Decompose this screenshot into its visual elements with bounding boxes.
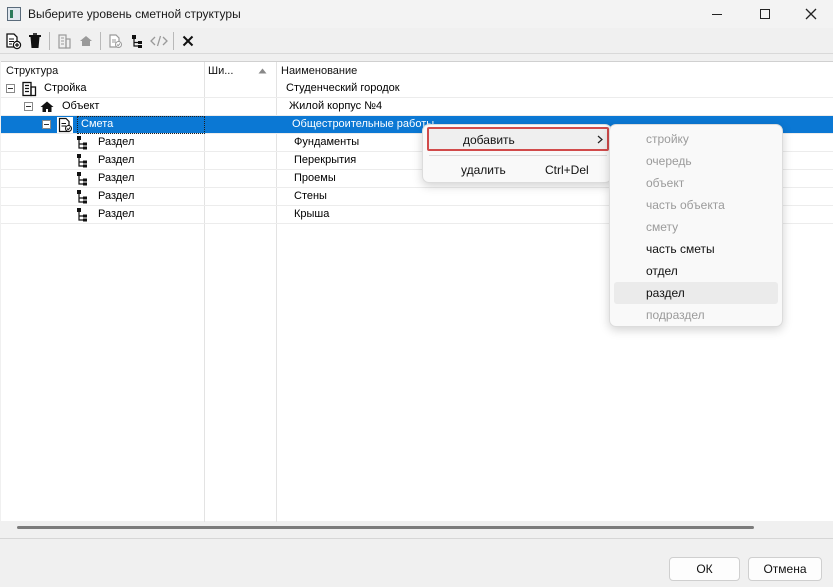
- submenu-item-otdel[interactable]: отдел: [614, 260, 778, 282]
- tree-row-label: Раздел: [98, 190, 135, 202]
- toolbar-separator: [100, 31, 101, 50]
- column-header-label: Наименование: [281, 65, 358, 77]
- collapse-toggle[interactable]: [6, 84, 15, 93]
- building-icon: [22, 81, 37, 97]
- dialog-footer: ОК Отмена: [0, 538, 833, 587]
- estimate-icon: [57, 117, 73, 133]
- submenu-item-ochered: очередь: [646, 154, 692, 168]
- code-button[interactable]: [148, 30, 170, 52]
- house-button[interactable]: [75, 30, 97, 52]
- close-button[interactable]: [177, 30, 199, 52]
- submenu-item-stroyku: стройку: [646, 132, 689, 146]
- ok-button[interactable]: ОК: [669, 557, 740, 581]
- tree-row-label: Раздел: [98, 208, 135, 220]
- section-icon: [77, 190, 87, 204]
- building-icon: [58, 33, 71, 49]
- section-icon: [77, 154, 87, 168]
- menu-item-label: добавить: [463, 133, 515, 147]
- section-icon: [77, 172, 87, 186]
- tree-row-name: Стены: [294, 190, 327, 202]
- tree-row-name: Жилой корпус №4: [289, 100, 383, 112]
- submenu-item-podrazdel: подраздел: [646, 308, 705, 322]
- submenu-item-smetu: смету: [646, 220, 679, 234]
- tree-row[interactable]: Объект Жилой корпус №4: [1, 98, 833, 116]
- chevron-right-icon: [597, 135, 603, 144]
- column-header-label: Структура: [6, 65, 59, 77]
- collapse-toggle[interactable]: [42, 120, 51, 129]
- submenu-item-razdel[interactable]: раздел: [614, 282, 778, 304]
- delete-icon: [29, 32, 41, 48]
- column-header-structure[interactable]: Структура: [6, 62, 201, 80]
- submenu: стройку очередь объект часть объекта сме…: [609, 124, 783, 327]
- tree-row-name: Фундаменты: [294, 136, 360, 148]
- toolbar-separator: [173, 31, 174, 50]
- menu-item-add[interactable]: добавить: [427, 127, 609, 151]
- maximize-button[interactable]: [742, 0, 788, 28]
- toolbar-separator: [49, 31, 50, 50]
- minimize-button[interactable]: [694, 0, 740, 28]
- estimate-button[interactable]: [104, 30, 126, 52]
- building-button[interactable]: [53, 30, 75, 52]
- horizontal-scrollbar[interactable]: [17, 526, 754, 529]
- column-header-label: Ши...: [208, 65, 234, 77]
- title-bar: Выберите уровень сметной структуры: [0, 0, 833, 28]
- add-document-button[interactable]: [2, 30, 24, 52]
- cancel-button[interactable]: Отмена: [748, 557, 822, 581]
- section-icon: [77, 136, 87, 150]
- maximize-icon: [760, 9, 770, 19]
- tree-row-name: Студенческий городок: [286, 82, 400, 94]
- tree-row-label: Объект: [62, 100, 100, 112]
- tree-button[interactable]: [126, 30, 148, 52]
- house-icon: [40, 101, 54, 112]
- app-icon: [7, 7, 21, 21]
- menu-divider: [429, 155, 607, 156]
- tree-row-label: Раздел: [98, 172, 135, 184]
- tree-row-name: Перекрытия: [294, 154, 357, 166]
- window-title: Выберите уровень сметной структуры: [28, 7, 241, 21]
- submenu-item-obekt: объект: [646, 176, 685, 190]
- delete-button[interactable]: [24, 30, 46, 52]
- close-icon: [182, 35, 194, 46]
- tree-row-label: Стройка: [44, 82, 87, 94]
- submenu-item-chast-obekta: часть объекта: [646, 198, 725, 212]
- toolbar: [0, 28, 833, 54]
- sort-ascending-icon: [258, 68, 267, 74]
- submenu-item-chast-smety[interactable]: часть сметы: [614, 238, 778, 260]
- code-icon: [150, 35, 168, 46]
- tree-row-name: Общестроительные работы: [292, 118, 435, 130]
- tree-row-label: Раздел: [98, 154, 135, 166]
- estimate-icon: [109, 33, 122, 48]
- tree-row-label: Раздел: [98, 136, 135, 148]
- tree-row-name: Проемы: [294, 172, 336, 184]
- close-icon: [805, 8, 817, 20]
- menu-item-delete[interactable]: удалить Ctrl+Del: [427, 158, 609, 182]
- section-icon: [77, 208, 87, 222]
- collapse-toggle[interactable]: [24, 102, 33, 111]
- tree-row[interactable]: Стройка Студенческий городок: [1, 80, 833, 98]
- tree-row-name: Крыша: [294, 208, 330, 220]
- column-header-width[interactable]: Ши...: [208, 62, 274, 80]
- add-doc-icon: [6, 32, 22, 49]
- menu-item-label: удалить: [461, 163, 506, 177]
- close-window-button[interactable]: [788, 0, 833, 28]
- menu-item-shortcut: Ctrl+Del: [545, 163, 589, 177]
- column-header-name[interactable]: Наименование: [281, 62, 581, 80]
- house-icon: [80, 35, 92, 46]
- context-menu: добавить удалить Ctrl+Del: [422, 124, 612, 183]
- tree-row-label: Смета: [81, 118, 114, 130]
- tree-icon: [132, 34, 142, 48]
- minimize-icon: [712, 13, 722, 15]
